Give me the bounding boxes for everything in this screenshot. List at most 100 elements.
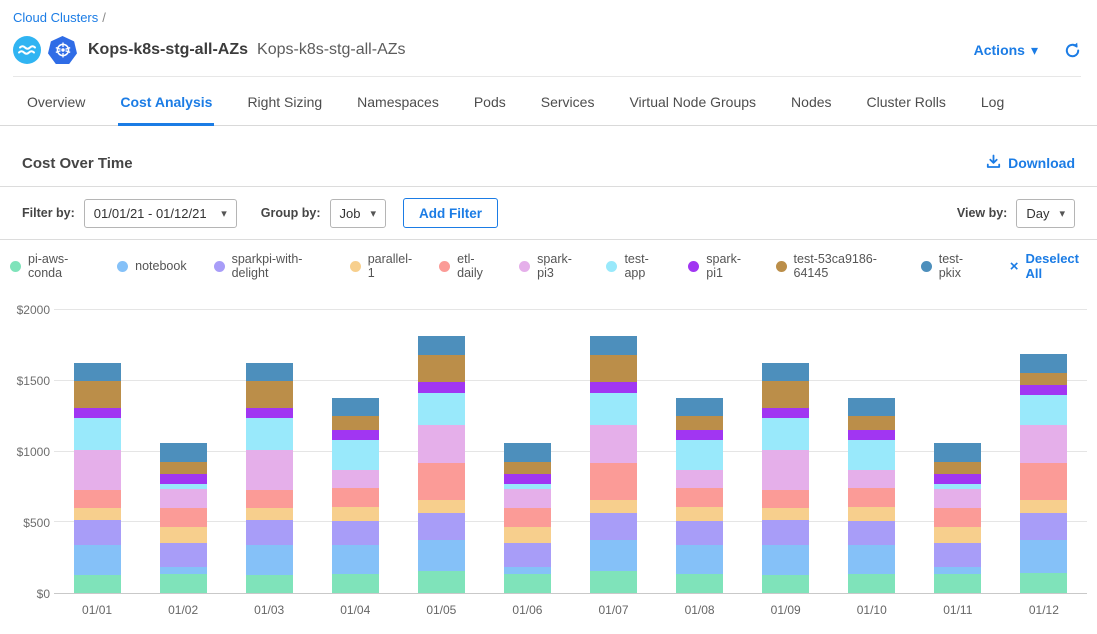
- bar-segment-test-pkix[interactable]: [934, 443, 981, 462]
- bar-segment-etl-daily[interactable]: [504, 508, 551, 526]
- bar-segment-notebook[interactable]: [418, 540, 465, 571]
- bar-segment-notebook[interactable]: [590, 540, 637, 571]
- bar-segment-test-pkix[interactable]: [1020, 354, 1067, 373]
- bar-segment-spark-pi3[interactable]: [762, 450, 809, 490]
- bar-segment-sparkpi-with-delight[interactable]: [1020, 513, 1067, 540]
- bar-segment-test-53ca9186-64145[interactable]: [504, 462, 551, 474]
- bar-segment-parallel-1[interactable]: [848, 507, 895, 521]
- bar-segment-parallel-1[interactable]: [246, 508, 293, 520]
- bar-segment-pi-aws-conda[interactable]: [160, 574, 207, 593]
- bar-segment-spark-pi1[interactable]: [590, 382, 637, 393]
- bar-segment-etl-daily[interactable]: [332, 488, 379, 507]
- tab-pods[interactable]: Pods: [472, 77, 508, 126]
- bar-segment-test-53ca9186-64145[interactable]: [762, 381, 809, 408]
- bar-segment-etl-daily[interactable]: [160, 508, 207, 526]
- bar-segment-test-pkix[interactable]: [848, 398, 895, 416]
- bar-segment-sparkpi-with-delight[interactable]: [160, 543, 207, 567]
- bar-segment-spark-pi1[interactable]: [1020, 385, 1067, 395]
- bar-segment-spark-pi1[interactable]: [676, 430, 723, 439]
- bar-segment-pi-aws-conda[interactable]: [74, 575, 121, 593]
- legend-item-test-pkix[interactable]: test-pkix: [921, 252, 977, 280]
- bar-segment-sparkpi-with-delight[interactable]: [418, 513, 465, 540]
- bar-segment-test-app[interactable]: [246, 418, 293, 450]
- bar-segment-etl-daily[interactable]: [934, 508, 981, 526]
- bar-segment-notebook[interactable]: [160, 567, 207, 574]
- bar-segment-sparkpi-with-delight[interactable]: [246, 520, 293, 545]
- bar-segment-spark-pi3[interactable]: [1020, 425, 1067, 463]
- bar-segment-spark-pi1[interactable]: [934, 474, 981, 483]
- bar-segment-spark-pi1[interactable]: [848, 430, 895, 439]
- bar-segment-sparkpi-with-delight[interactable]: [332, 521, 379, 545]
- bar-segment-sparkpi-with-delight[interactable]: [762, 520, 809, 545]
- bar-segment-etl-daily[interactable]: [848, 488, 895, 507]
- bar-segment-test-53ca9186-64145[interactable]: [590, 355, 637, 382]
- bar-segment-etl-daily[interactable]: [418, 463, 465, 500]
- tab-nodes[interactable]: Nodes: [789, 77, 833, 126]
- bar-segment-test-pkix[interactable]: [590, 336, 637, 355]
- bar-segment-test-53ca9186-64145[interactable]: [160, 462, 207, 474]
- bar-segment-spark-pi3[interactable]: [332, 470, 379, 488]
- tab-services[interactable]: Services: [539, 77, 597, 126]
- tab-namespaces[interactable]: Namespaces: [355, 77, 441, 126]
- bar-segment-spark-pi3[interactable]: [74, 450, 121, 490]
- bar-segment-spark-pi1[interactable]: [762, 408, 809, 418]
- bar-segment-test-53ca9186-64145[interactable]: [246, 381, 293, 408]
- bar-segment-notebook[interactable]: [332, 545, 379, 574]
- bar-segment-test-app[interactable]: [74, 418, 121, 450]
- bar-segment-spark-pi1[interactable]: [332, 430, 379, 439]
- bar-segment-spark-pi3[interactable]: [676, 470, 723, 488]
- group-by-dropdown[interactable]: Job ▾: [330, 199, 387, 228]
- legend-item-test-53ca9186-64145[interactable]: test-53ca9186-64145: [776, 252, 894, 280]
- bar-segment-sparkpi-with-delight[interactable]: [74, 520, 121, 545]
- bar-segment-notebook[interactable]: [246, 545, 293, 575]
- legend-item-spark-pi3[interactable]: spark-pi3: [519, 252, 579, 280]
- bar-segment-test-53ca9186-64145[interactable]: [332, 416, 379, 430]
- view-by-dropdown[interactable]: Day ▾: [1016, 199, 1075, 228]
- bar-segment-parallel-1[interactable]: [74, 508, 121, 520]
- tab-virtual-node-groups[interactable]: Virtual Node Groups: [627, 77, 758, 126]
- tab-cluster-rolls[interactable]: Cluster Rolls: [865, 77, 948, 126]
- bar-segment-spark-pi1[interactable]: [160, 474, 207, 483]
- legend-item-etl-daily[interactable]: etl-daily: [439, 252, 492, 280]
- bar-segment-pi-aws-conda[interactable]: [504, 574, 551, 593]
- download-button[interactable]: Download: [986, 154, 1075, 172]
- bar-segment-pi-aws-conda[interactable]: [332, 574, 379, 593]
- bar-segment-test-pkix[interactable]: [676, 398, 723, 416]
- bar-segment-parallel-1[interactable]: [762, 508, 809, 520]
- bar-segment-etl-daily[interactable]: [74, 490, 121, 508]
- actions-button[interactable]: Actions ▾: [974, 42, 1038, 59]
- bar-segment-pi-aws-conda[interactable]: [762, 575, 809, 593]
- bar-segment-test-pkix[interactable]: [246, 363, 293, 382]
- bar-segment-parallel-1[interactable]: [590, 500, 637, 513]
- bar-segment-spark-pi1[interactable]: [504, 474, 551, 483]
- bar-segment-etl-daily[interactable]: [676, 488, 723, 507]
- tab-log[interactable]: Log: [979, 77, 1006, 126]
- bar-segment-spark-pi3[interactable]: [504, 489, 551, 508]
- bar-segment-test-53ca9186-64145[interactable]: [934, 462, 981, 474]
- bar-segment-sparkpi-with-delight[interactable]: [504, 543, 551, 567]
- bar-segment-notebook[interactable]: [762, 545, 809, 575]
- bar-segment-pi-aws-conda[interactable]: [418, 571, 465, 593]
- bar-segment-pi-aws-conda[interactable]: [934, 574, 981, 593]
- bar-segment-test-pkix[interactable]: [418, 336, 465, 355]
- bar-segment-parallel-1[interactable]: [332, 507, 379, 521]
- breadcrumb-link-cloud-clusters[interactable]: Cloud Clusters: [13, 10, 98, 25]
- bar-segment-parallel-1[interactable]: [418, 500, 465, 513]
- bar-segment-pi-aws-conda[interactable]: [246, 575, 293, 593]
- tab-overview[interactable]: Overview: [25, 77, 87, 126]
- bar-segment-test-pkix[interactable]: [504, 443, 551, 462]
- bar-segment-etl-daily[interactable]: [1020, 463, 1067, 500]
- legend-item-notebook[interactable]: notebook: [117, 259, 186, 273]
- bar-segment-test-app[interactable]: [762, 418, 809, 450]
- bar-segment-test-app[interactable]: [848, 440, 895, 471]
- bar-segment-spark-pi1[interactable]: [74, 408, 121, 418]
- bar-segment-test-pkix[interactable]: [332, 398, 379, 416]
- date-range-dropdown[interactable]: 01/01/21 - 01/12/21 ▾: [84, 199, 237, 228]
- bar-segment-parallel-1[interactable]: [934, 527, 981, 543]
- bar-segment-spark-pi3[interactable]: [848, 470, 895, 488]
- bar-segment-parallel-1[interactable]: [676, 507, 723, 521]
- bar-segment-spark-pi3[interactable]: [160, 489, 207, 508]
- bar-segment-etl-daily[interactable]: [762, 490, 809, 508]
- deselect-all-button[interactable]: ×Deselect All: [1010, 251, 1087, 281]
- bar-segment-test-app[interactable]: [332, 440, 379, 471]
